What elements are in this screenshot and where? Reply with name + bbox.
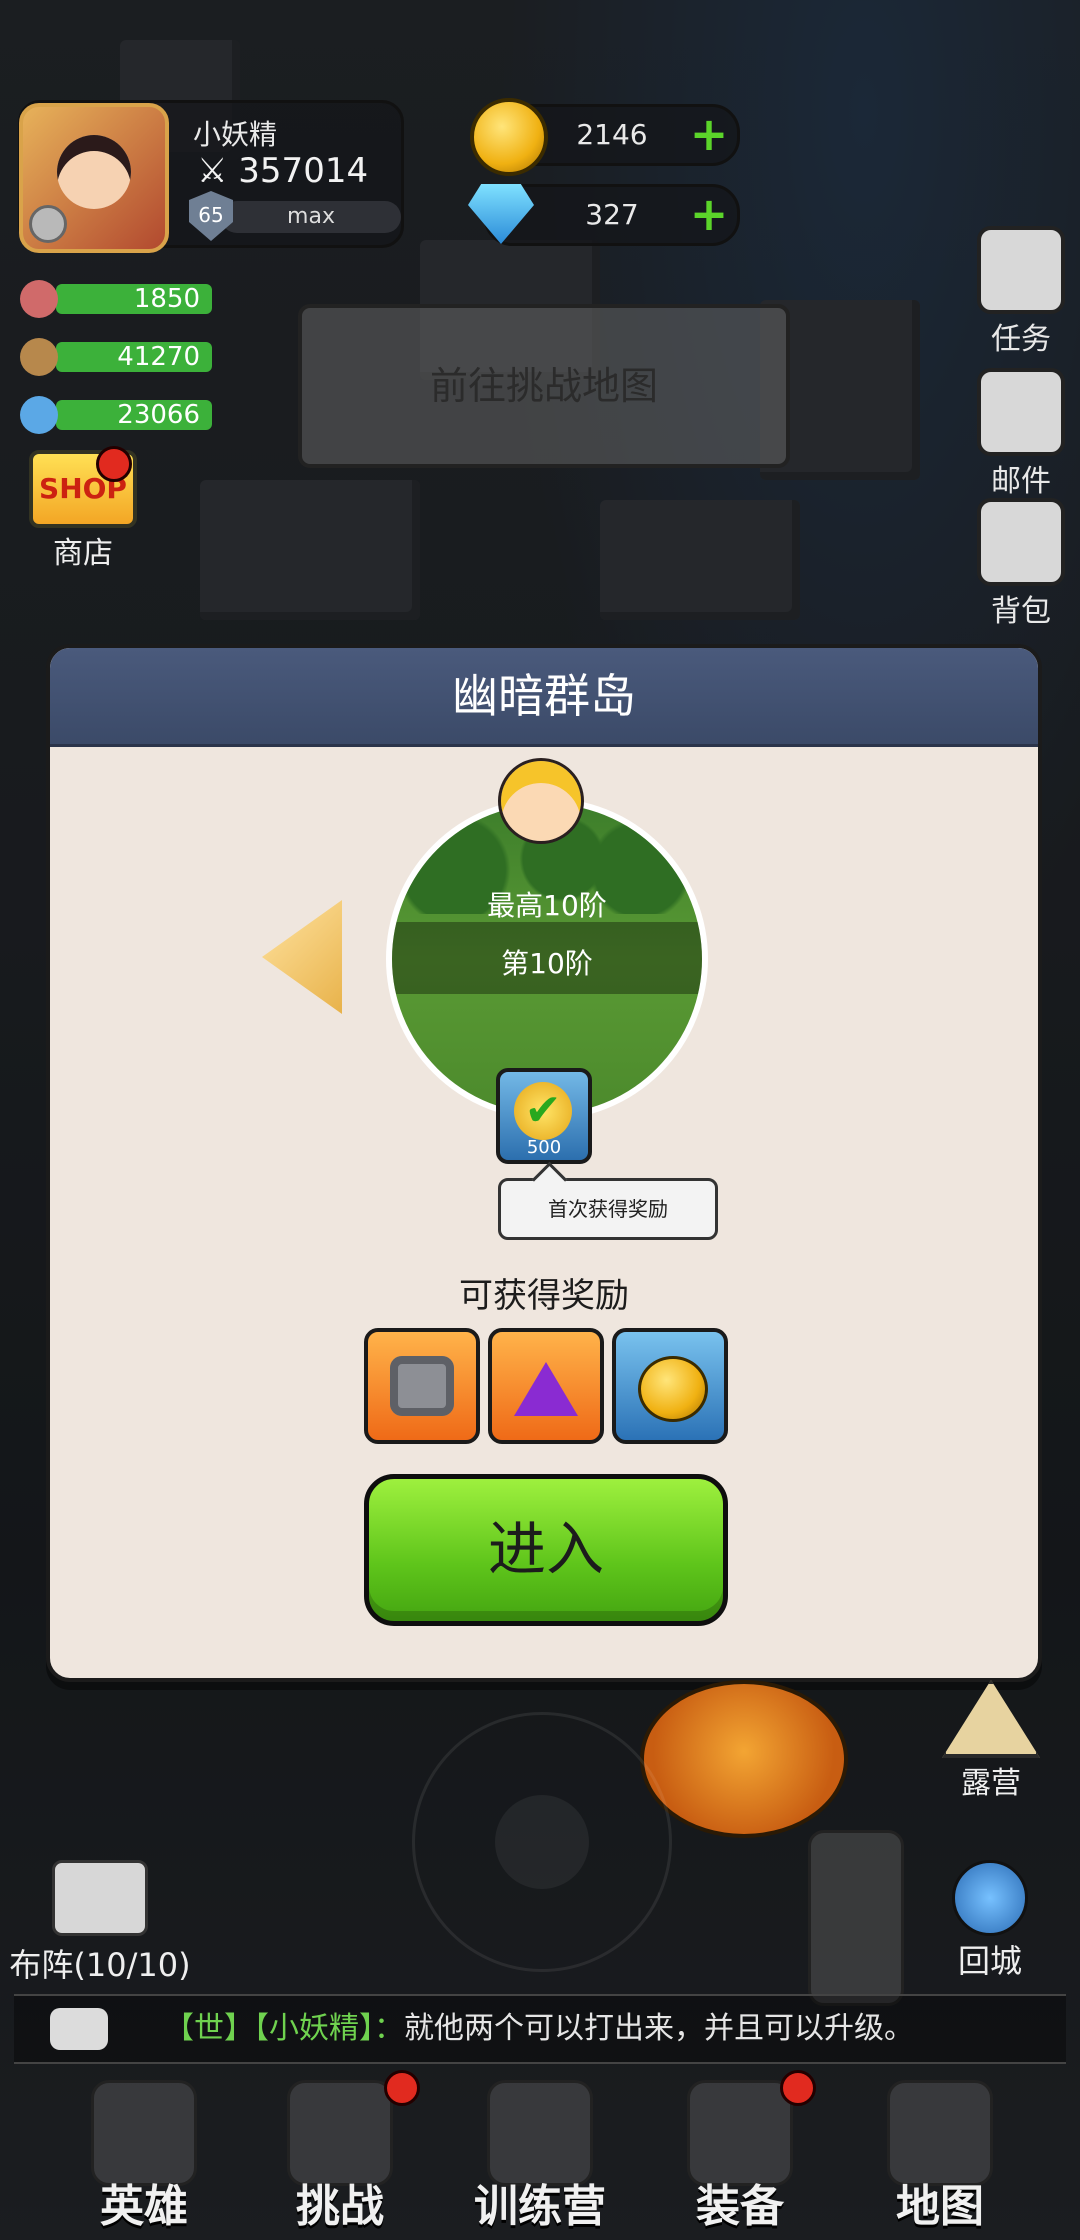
bottom-nav: 英雄 挑战 训练营 装备 地图: [0, 2070, 1080, 2240]
goto-challenge-map-button[interactable]: 前往挑战地图: [298, 304, 790, 468]
chat-bubble-icon[interactable]: [50, 2008, 108, 2050]
challenge-notification-dot: [384, 2070, 420, 2106]
meat-icon: [20, 280, 58, 318]
backpack-label: 背包: [991, 594, 1051, 629]
pumpkin-building-icon[interactable]: [640, 1680, 848, 1838]
combat-power-value: 357014: [238, 151, 369, 191]
resource-collect-panel[interactable]: [808, 1830, 904, 2006]
resource-wood: 41270: [20, 338, 212, 376]
previous-stage-arrow-icon[interactable]: [262, 900, 342, 1014]
return-city-label: 回城: [957, 1942, 1022, 1980]
nav-map-label: 地图: [896, 2181, 984, 2232]
chat-message: 【世】【小妖精】：就他两个可以打出来，并且可以升级。: [164, 1996, 914, 2062]
chat-speaker: 【小妖精】：: [254, 2011, 404, 2046]
stage-select-dialog: 幽暗群岛 最高10阶 第10阶 ✔ 500 首次获得奖励 可获得奖励 进入: [46, 644, 1042, 1682]
wood-icon: [20, 338, 58, 376]
formation-label: 布阵(10/10): [9, 1946, 191, 1984]
virtual-joystick[interactable]: [412, 1712, 672, 1972]
tasks-label: 任务: [991, 322, 1051, 357]
envelope-icon: [977, 368, 1065, 456]
resource-crystal-value: 23066: [56, 400, 212, 430]
return-city-button[interactable]: 回城: [940, 1860, 1040, 1982]
gold-value: 2146: [576, 118, 648, 151]
nav-challenge-label: 挑战: [296, 2181, 384, 2232]
dialog-title: 幽暗群岛: [50, 648, 1038, 747]
first-clear-reward[interactable]: ✔ 500: [496, 1068, 592, 1164]
rune-stone-icon: [390, 1356, 454, 1416]
level-shield-icon: 65: [189, 191, 233, 241]
resource-meat: 1850: [20, 280, 212, 318]
nav-heroes-label: 英雄: [100, 2181, 188, 2232]
equipment-notification-dot: [780, 2070, 816, 2106]
tent-icon: [942, 1680, 1040, 1758]
rewards-list: [364, 1328, 744, 1444]
reward-item[interactable]: [488, 1328, 604, 1444]
first-reward-quantity: 500: [526, 1137, 562, 1158]
avatar[interactable]: [19, 103, 169, 253]
gold-check-coin-icon: ✔: [514, 1082, 572, 1140]
gold-coin-icon: [470, 98, 548, 176]
rewards-title: 可获得奖励: [459, 1276, 629, 1316]
backpack-button[interactable]: 背包: [976, 498, 1066, 630]
reward-item[interactable]: [364, 1328, 480, 1444]
avatar-portrait-icon: [57, 135, 131, 209]
joystick-knob[interactable]: [495, 1795, 589, 1889]
clipboard-check-icon: [977, 226, 1065, 314]
player-name: 小妖精: [193, 118, 278, 151]
chat-text: 就他两个可以打出来，并且可以升级。: [404, 2011, 914, 2046]
level-status: max: [221, 201, 401, 233]
mail-label: 邮件: [991, 464, 1051, 499]
gem-value: 327: [585, 198, 639, 231]
nav-training[interactable]: 训练营: [450, 2070, 630, 2240]
resource-meat-value: 1850: [56, 284, 212, 314]
purple-dust-icon: [514, 1362, 578, 1416]
crystal-icon: [20, 396, 58, 434]
nav-map[interactable]: 地图: [850, 2070, 1030, 2240]
first-reward-tooltip: 首次获得奖励: [498, 1178, 718, 1240]
chess-pieces-icon: [52, 1860, 148, 1936]
current-stage-text: 第10阶: [501, 947, 593, 980]
camp-label: 露营: [961, 1766, 1021, 1801]
add-gold-button[interactable]: +: [689, 111, 729, 157]
combat-power: ⚔ 357014: [197, 151, 369, 191]
gear-icon[interactable]: [29, 205, 67, 243]
nav-training-label: 训练营: [474, 2181, 606, 2232]
resource-wood-value: 41270: [56, 342, 212, 372]
highest-stage-text: 最高10阶: [487, 889, 607, 922]
enter-button[interactable]: 进入: [364, 1474, 728, 1626]
resource-crystal: 23066: [20, 396, 212, 434]
shop-label: 商店: [53, 536, 113, 571]
chat-channel: 【世】: [164, 2011, 254, 2046]
shop-notification-dot: [96, 446, 132, 482]
nav-equipment-label: 装备: [696, 2181, 784, 2232]
mail-button[interactable]: 邮件: [976, 368, 1066, 500]
hero-portrait-icon: [498, 758, 584, 844]
player-profile[interactable]: 小妖精 ⚔ 357014 max 65: [18, 100, 404, 253]
portal-swirl-icon: [952, 1860, 1028, 1936]
reward-item[interactable]: [612, 1328, 728, 1444]
camp-button[interactable]: 露营: [936, 1680, 1046, 1802]
chat-bar[interactable]: 【世】【小妖精】：就他两个可以打出来，并且可以升级。: [14, 1994, 1066, 2064]
formation-button[interactable]: 布阵(10/10): [0, 1860, 200, 1986]
tasks-button[interactable]: 任务: [976, 226, 1066, 358]
backpack-icon: [977, 498, 1065, 586]
gold-coin-icon: [638, 1356, 708, 1422]
nav-heroes[interactable]: 英雄: [54, 2070, 234, 2240]
add-gems-button[interactable]: +: [689, 191, 729, 237]
